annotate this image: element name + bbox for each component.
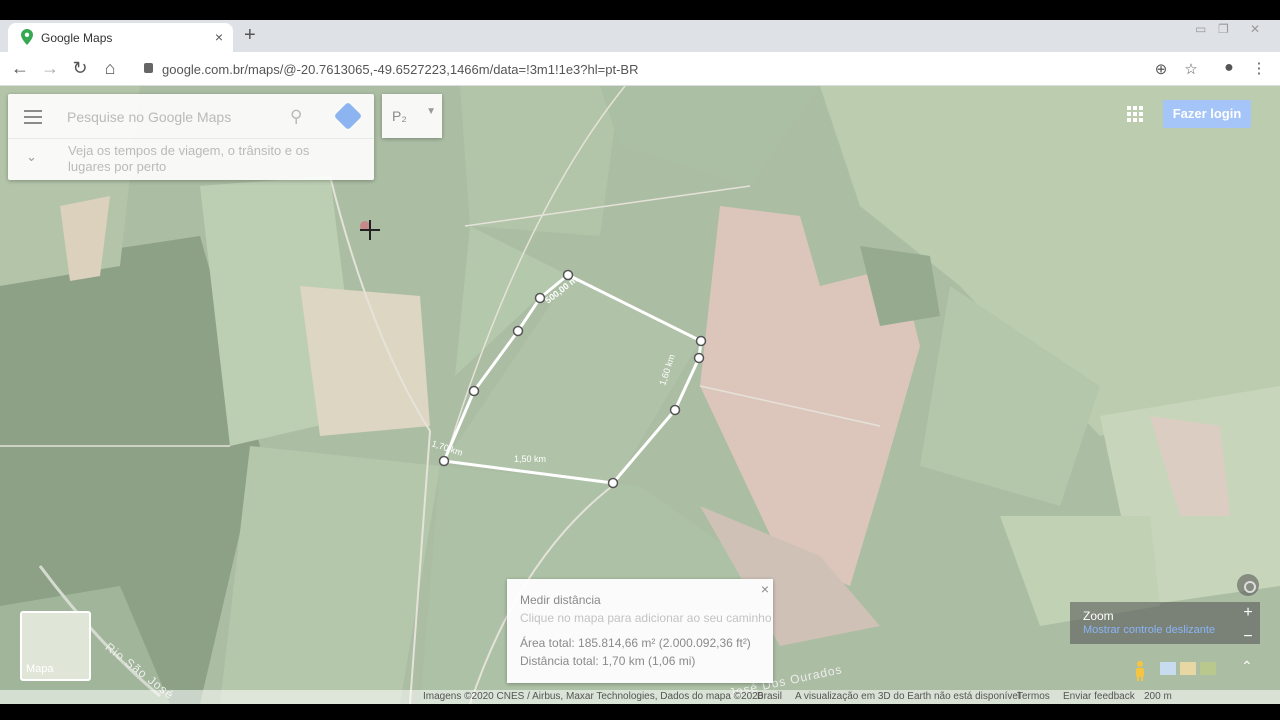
path-vertex-3[interactable] <box>512 325 524 337</box>
chevron-down-icon[interactable]: ⌄ <box>26 149 37 165</box>
back-button[interactable]: ← <box>9 58 31 79</box>
map-footer: Imagens ©2020 CNES / Airbus, Maxar Techn… <box>0 690 1280 704</box>
close-icon[interactable]: × <box>761 581 769 597</box>
bookmark-star-icon[interactable]: ☆ <box>1180 60 1202 78</box>
search-input[interactable]: Pesquise no Google Maps <box>67 109 231 125</box>
path-vertex-7[interactable] <box>669 404 681 416</box>
url-text: google.com.br/maps/@-20.7613065,-49.6527… <box>162 62 639 77</box>
measure-subtitle: Clique no mapa para adicionar ao seu cam… <box>520 611 772 625</box>
layer-button[interactable]: P₂ ▼ <box>382 94 442 138</box>
hamburger-menu-icon[interactable] <box>24 110 42 124</box>
feedback-link[interactable]: Enviar feedback <box>1063 691 1135 702</box>
forward-button[interactable]: → <box>39 58 61 79</box>
browser-menu-icon[interactable]: ⋮ <box>1248 59 1270 77</box>
window-top-bar <box>0 0 1280 20</box>
path-vertex-8[interactable] <box>693 352 705 364</box>
url-field[interactable]: google.com.br/maps/@-20.7613065,-49.6527… <box>134 55 1244 83</box>
profile-icon[interactable]: ● <box>1218 59 1240 77</box>
path-vertex-5[interactable] <box>438 455 450 467</box>
zoom-out-button[interactable]: − <box>1238 628 1258 646</box>
expand-icon[interactable]: ⌃ <box>1241 658 1253 675</box>
zoom-in-button[interactable]: + <box>1238 604 1258 622</box>
path-vertex-6[interactable] <box>607 477 619 489</box>
directions-icon[interactable] <box>333 101 363 131</box>
lock-icon <box>144 63 153 73</box>
address-bar: ← → ↻ ⌂ google.com.br/maps/@-20.7613065,… <box>0 52 1280 86</box>
layer-thumb-1[interactable] <box>1160 662 1176 675</box>
path-vertex-4[interactable] <box>468 385 480 397</box>
tab-close-icon[interactable]: × <box>215 29 223 45</box>
layer-thumb-2[interactable] <box>1180 662 1196 675</box>
segment-label-3: 1,50 km <box>514 454 546 464</box>
zoom-title: Zoom <box>1083 609 1114 623</box>
path-vertex-9[interactable] <box>695 335 707 347</box>
terms-link[interactable]: Termos <box>1017 691 1050 702</box>
my-location-icon[interactable] <box>1237 574 1259 596</box>
show-slider-link[interactable]: Mostrar controle deslizante <box>1083 624 1215 636</box>
nearby-hint[interactable]: Veja os tempos de viagem, o trânsito e o… <box>68 143 348 175</box>
country-label[interactable]: Brasil <box>757 691 782 702</box>
tab-google-maps[interactable]: Google Maps × <box>8 23 233 52</box>
measure-distance-panel: × Medir distância Clique no mapa para ad… <box>507 579 773 683</box>
home-button[interactable]: ⌂ <box>99 58 121 79</box>
maps-pin-icon <box>21 29 33 45</box>
crosshair-cursor-icon <box>360 220 380 240</box>
window-bottom-bar <box>0 704 1280 720</box>
earth-note: A visualização em 3D do Earth não está d… <box>795 691 1021 702</box>
tab-strip: Google Maps × + ▭ ❐ ✕ <box>0 20 1280 52</box>
dropdown-icon[interactable]: ▼ <box>426 106 436 117</box>
measure-title: Medir distância <box>520 593 601 607</box>
imagery-layers[interactable] <box>1160 662 1220 678</box>
panel-divider <box>8 138 374 139</box>
measure-area: Área total: 185.814,66 m² (2.000.092,36 … <box>520 636 751 650</box>
window-close-icon[interactable]: ✕ <box>1250 22 1260 36</box>
minimize-icon[interactable]: ▭ <box>1195 22 1206 36</box>
scale-label[interactable]: 200 m <box>1144 691 1172 702</box>
map-type-toggle[interactable]: Mapa <box>20 611 91 681</box>
search-icon[interactable]: ⚲ <box>290 107 302 127</box>
new-tab-button[interactable]: + <box>244 24 256 47</box>
apps-grid-icon[interactable] <box>1127 106 1143 122</box>
search-panel: Pesquise no Google Maps ⚲ ⌄ Veja os temp… <box>8 94 374 180</box>
imagery-credit: Imagens ©2020 CNES / Airbus, Maxar Techn… <box>423 691 764 702</box>
zoom-tooltip: Zoom Mostrar controle deslizante <box>1070 602 1260 644</box>
install-icon[interactable]: ⊕ <box>1150 60 1172 78</box>
pegman-icon[interactable] <box>1130 660 1150 682</box>
login-button[interactable]: Fazer login <box>1163 100 1251 128</box>
layer-label: P₂ <box>392 108 407 124</box>
layer-thumb-3[interactable] <box>1200 662 1216 675</box>
measure-distance: Distância total: 1,70 km (1,06 mi) <box>520 654 696 668</box>
tab-title: Google Maps <box>41 31 113 45</box>
satellite-map[interactable]: 500,00 m 1,60 km 1,50 km 1,70 km Pesquis… <box>0 86 1280 704</box>
map-type-label: Mapa <box>26 663 54 675</box>
segment-label-2: 1,60 km <box>657 353 676 387</box>
reload-button[interactable]: ↻ <box>69 58 91 79</box>
restore-icon[interactable]: ❐ <box>1218 22 1229 36</box>
